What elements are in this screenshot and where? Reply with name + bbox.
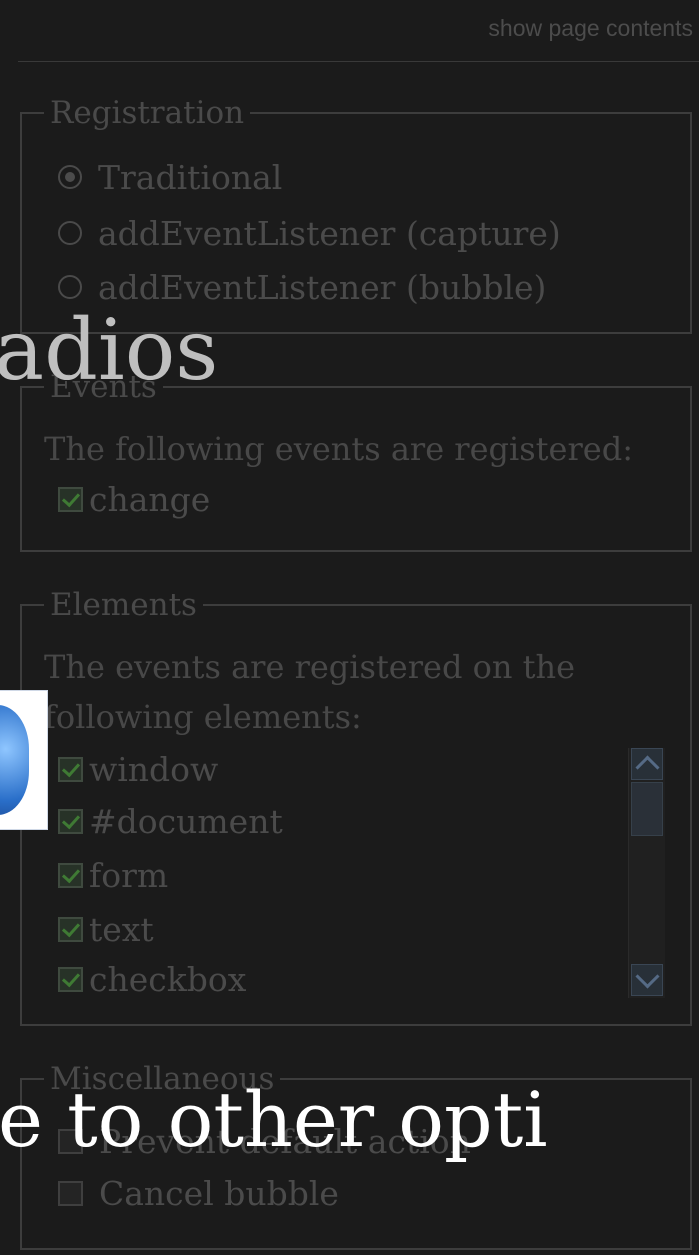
radio-addeventlistener-capture[interactable]: addEventListener (capture) [58,212,561,254]
scroll-thumb[interactable] [631,782,663,836]
checkbox[interactable] [58,756,83,782]
checkbox-label: #document [89,801,283,841]
element-checkbox-checkbox[interactable]: checkbox [58,958,246,1000]
blue-graphic [0,705,29,815]
top-bar: show page contents [0,0,699,60]
checkbox[interactable] [58,966,83,992]
element-checkbox-document[interactable]: #document [58,800,283,842]
elements-legend: Elements [44,588,203,622]
radio-button[interactable] [58,275,82,299]
overlay-caption-text: e to other opti [0,1075,548,1164]
radio-label: addEventListener (capture) [98,213,561,253]
checkbox[interactable] [58,862,83,888]
show-page-contents-link[interactable]: show page contents [488,15,693,42]
chevron-up-icon [635,755,660,780]
checkbox-label: checkbox [89,959,247,999]
scroll-up-button[interactable] [631,748,663,780]
radio-label: Traditional [98,157,283,197]
events-intro: The following events are registered: [44,430,633,468]
checkbox-label: text [89,909,154,949]
element-checkbox-text[interactable]: text [58,908,154,950]
registration-legend: Registration [44,96,251,130]
checkbox-label: change [89,479,211,519]
radio-button[interactable] [58,221,82,245]
overlay-title-text: adios [0,301,219,399]
chevron-down-icon [635,964,660,989]
element-checkbox-window[interactable]: window [58,748,218,790]
checkbox-label: window [89,749,219,789]
checkbox[interactable] [58,486,83,512]
elements-scrollbar[interactable] [628,748,665,998]
elements-intro-line-1: The events are registered on the [44,648,576,686]
elements-intro-line-2: following elements: [44,698,362,736]
checkbox[interactable] [58,808,83,834]
events-fieldset: Events [20,370,692,552]
radio-traditional[interactable]: Traditional [58,156,282,198]
top-divider [18,61,699,62]
checkbox-label: Cancel bubble [99,1173,339,1213]
radio-button[interactable] [58,165,82,189]
checkbox[interactable] [58,1180,83,1206]
checkbox[interactable] [58,916,83,942]
overlay-thumbnail-image [0,690,48,830]
misc-checkbox-cancel-bubble[interactable]: Cancel bubble [58,1172,339,1214]
checkbox-label: form [89,855,169,895]
event-checkbox-change[interactable]: change [58,478,210,520]
scroll-down-button[interactable] [631,964,663,996]
element-checkbox-form[interactable]: form [58,854,168,896]
